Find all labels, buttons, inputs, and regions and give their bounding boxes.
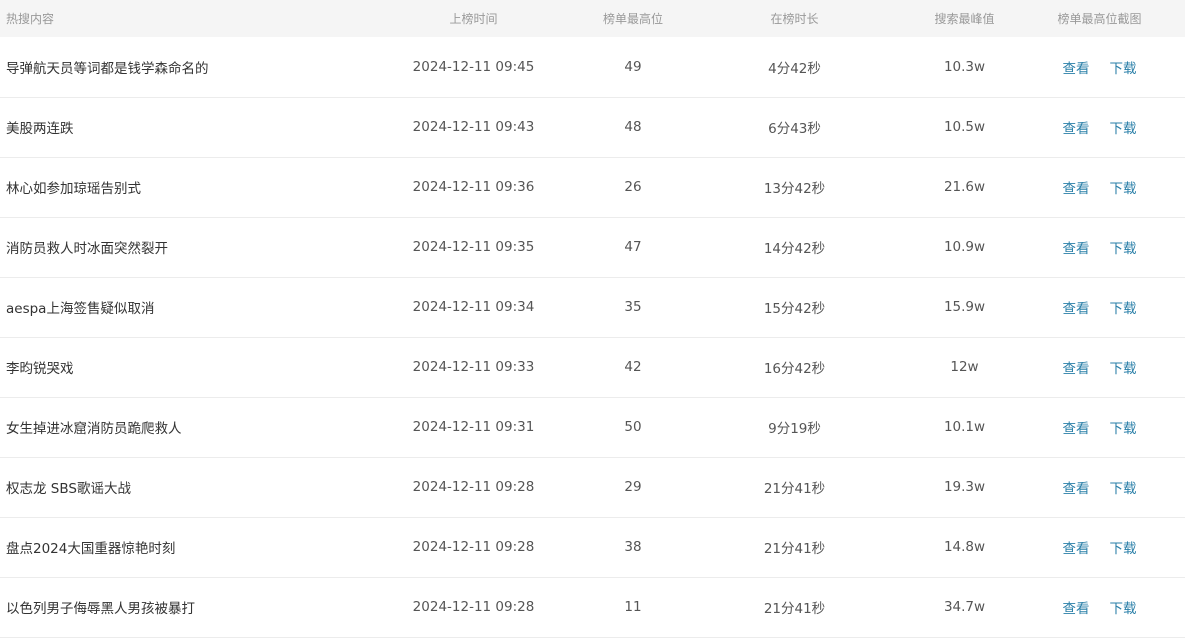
rank-cell: 48: [592, 97, 674, 158]
screenshot-actions-cell: 查看 下载: [1014, 157, 1185, 218]
table-row: 女生掉进冰窟消防员跪爬救人 2024-12-11 09:31 50 9分19秒 10.1…: [0, 397, 1185, 458]
view-screenshot-link[interactable]: 查看: [1063, 417, 1090, 437]
table-row: 消防员救人时冰面突然裂开 2024-12-11 09:35 47 14分42秒 10.9…: [0, 217, 1185, 278]
table-header-row: 热搜内容 上榜时间 榜单最高位 在榜时长 搜索最峰值 榜单最高位截图: [0, 0, 1185, 37]
time-cell: 2024-12-11 09:45: [355, 37, 592, 98]
table-row: 盘点2024大国重器惊艳时刻 2024-12-11 09:28 38 21分41秒 14…: [0, 517, 1185, 578]
duration-cell: 4分42秒: [674, 37, 915, 98]
rank-cell: 35: [592, 277, 674, 338]
header-duration[interactable]: 在榜时长: [674, 0, 915, 37]
topic-cell[interactable]: 美股两连跌: [0, 97, 355, 158]
view-screenshot-link[interactable]: 查看: [1063, 57, 1090, 77]
duration-cell: 15分42秒: [674, 277, 915, 338]
peak-cell: 19.3w: [915, 457, 1014, 518]
topic-cell[interactable]: 盘点2024大国重器惊艳时刻: [0, 517, 355, 578]
time-cell: 2024-12-11 09:28: [355, 577, 592, 638]
peak-cell: 21.6w: [915, 157, 1014, 218]
time-cell: 2024-12-11 09:28: [355, 457, 592, 518]
header-peak[interactable]: 搜索最峰值: [915, 0, 1014, 37]
download-screenshot-link[interactable]: 下载: [1110, 237, 1137, 257]
rank-cell: 42: [592, 337, 674, 398]
download-screenshot-link[interactable]: 下载: [1110, 597, 1137, 617]
time-cell: 2024-12-11 09:31: [355, 397, 592, 458]
view-screenshot-link[interactable]: 查看: [1063, 357, 1090, 377]
table-row: 权志龙 SBS歌谣大战 2024-12-11 09:28 29 21分41秒 19.3w…: [0, 457, 1185, 518]
download-screenshot-link[interactable]: 下载: [1110, 417, 1137, 437]
rank-cell: 49: [592, 37, 674, 98]
view-screenshot-link[interactable]: 查看: [1063, 297, 1090, 317]
view-screenshot-link[interactable]: 查看: [1063, 177, 1090, 197]
table-row: 以色列男子侮辱黑人男孩被暴打 2024-12-11 09:28 11 21分41秒 34…: [0, 577, 1185, 638]
view-screenshot-link[interactable]: 查看: [1063, 597, 1090, 617]
view-screenshot-link[interactable]: 查看: [1063, 537, 1090, 557]
view-screenshot-link[interactable]: 查看: [1063, 117, 1090, 137]
header-rank[interactable]: 榜单最高位: [592, 0, 674, 37]
topic-cell[interactable]: 以色列男子侮辱黑人男孩被暴打: [0, 577, 355, 638]
download-screenshot-link[interactable]: 下载: [1110, 477, 1137, 497]
rank-cell: 26: [592, 157, 674, 218]
duration-cell: 21分41秒: [674, 577, 915, 638]
topic-cell[interactable]: 消防员救人时冰面突然裂开: [0, 217, 355, 278]
download-screenshot-link[interactable]: 下载: [1110, 57, 1137, 77]
time-cell: 2024-12-11 09:35: [355, 217, 592, 278]
header-topic[interactable]: 热搜内容: [0, 0, 355, 37]
topic-cell[interactable]: 女生掉进冰窟消防员跪爬救人: [0, 397, 355, 458]
hot-search-table: 热搜内容 上榜时间 榜单最高位 在榜时长 搜索最峰值 榜单最高位截图 导弹航天员…: [0, 0, 1185, 638]
download-screenshot-link[interactable]: 下载: [1110, 537, 1137, 557]
rank-cell: 47: [592, 217, 674, 278]
topic-cell[interactable]: 导弹航天员等词都是钱学森命名的: [0, 37, 355, 98]
rank-cell: 50: [592, 397, 674, 458]
table-row: 导弹航天员等词都是钱学森命名的 2024-12-11 09:45 49 4分42秒 10…: [0, 37, 1185, 98]
peak-cell: 14.8w: [915, 517, 1014, 578]
screenshot-actions-cell: 查看 下载: [1014, 577, 1185, 638]
time-cell: 2024-12-11 09:36: [355, 157, 592, 218]
duration-cell: 6分43秒: [674, 97, 915, 158]
peak-cell: 15.9w: [915, 277, 1014, 338]
table-body: 导弹航天员等词都是钱学森命名的 2024-12-11 09:45 49 4分42秒 10…: [0, 37, 1185, 638]
screenshot-actions-cell: 查看 下载: [1014, 217, 1185, 278]
table-row: aespa上海签售疑似取消 2024-12-11 09:34 35 15分42秒 15.…: [0, 277, 1185, 338]
topic-cell[interactable]: 权志龙 SBS歌谣大战: [0, 457, 355, 518]
table-row: 美股两连跌 2024-12-11 09:43 48 6分43秒 10.5w 查看 下载: [0, 97, 1185, 158]
header-screenshot: 榜单最高位截图: [1057, 12, 1142, 26]
table-row: 李昀锐哭戏 2024-12-11 09:33 42 16分42秒 12w 查看 下载: [0, 337, 1185, 398]
screenshot-actions-cell: 查看 下载: [1014, 277, 1185, 338]
download-screenshot-link[interactable]: 下载: [1110, 357, 1137, 377]
header-time[interactable]: 上榜时间: [355, 0, 592, 37]
topic-cell[interactable]: aespa上海签售疑似取消: [0, 277, 355, 338]
peak-cell: 34.7w: [915, 577, 1014, 638]
peak-cell: 12w: [915, 337, 1014, 398]
time-cell: 2024-12-11 09:28: [355, 517, 592, 578]
time-cell: 2024-12-11 09:33: [355, 337, 592, 398]
screenshot-actions-cell: 查看 下载: [1014, 97, 1185, 158]
duration-cell: 9分19秒: [674, 397, 915, 458]
peak-cell: 10.3w: [915, 37, 1014, 98]
view-screenshot-link[interactable]: 查看: [1063, 237, 1090, 257]
topic-cell[interactable]: 林心如参加琼瑶告别式: [0, 157, 355, 218]
download-screenshot-link[interactable]: 下载: [1110, 177, 1137, 197]
screenshot-actions-cell: 查看 下载: [1014, 37, 1185, 98]
screenshot-actions-cell: 查看 下载: [1014, 337, 1185, 398]
screenshot-actions-cell: 查看 下载: [1014, 517, 1185, 578]
time-cell: 2024-12-11 09:34: [355, 277, 592, 338]
peak-cell: 10.1w: [915, 397, 1014, 458]
duration-cell: 14分42秒: [674, 217, 915, 278]
screenshot-actions-cell: 查看 下载: [1014, 457, 1185, 518]
duration-cell: 13分42秒: [674, 157, 915, 218]
time-cell: 2024-12-11 09:43: [355, 97, 592, 158]
topic-cell[interactable]: 李昀锐哭戏: [0, 337, 355, 398]
rank-cell: 29: [592, 457, 674, 518]
duration-cell: 21分41秒: [674, 457, 915, 518]
table-row: 林心如参加琼瑶告别式 2024-12-11 09:36 26 13分42秒 21.6w 查…: [0, 157, 1185, 218]
download-screenshot-link[interactable]: 下载: [1110, 297, 1137, 317]
peak-cell: 10.9w: [915, 217, 1014, 278]
rank-cell: 11: [592, 577, 674, 638]
download-screenshot-link[interactable]: 下载: [1110, 117, 1137, 137]
peak-cell: 10.5w: [915, 97, 1014, 158]
duration-cell: 21分41秒: [674, 517, 915, 578]
rank-cell: 38: [592, 517, 674, 578]
view-screenshot-link[interactable]: 查看: [1063, 477, 1090, 497]
duration-cell: 16分42秒: [674, 337, 915, 398]
screenshot-actions-cell: 查看 下载: [1014, 397, 1185, 458]
